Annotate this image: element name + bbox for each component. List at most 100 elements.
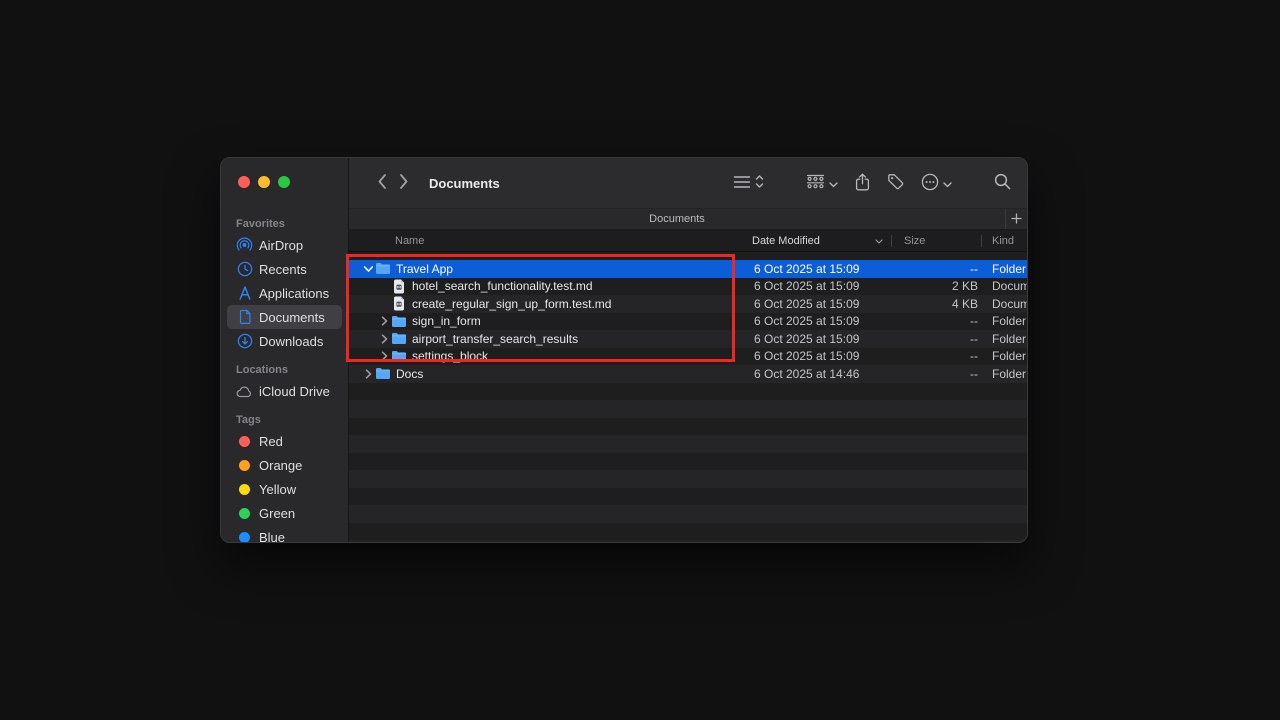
new-tab-button[interactable] <box>1005 209 1027 229</box>
column-header: Name Date Modified Size Kind <box>349 230 1027 252</box>
sidebar-item-label: Downloads <box>259 334 323 349</box>
empty-row <box>349 453 1027 471</box>
toolbar: Documents <box>349 158 1027 208</box>
chevron-right-icon <box>399 173 409 193</box>
column-header-size[interactable]: Size <box>892 230 981 251</box>
share-icon <box>855 173 870 194</box>
sidebar-section-locations: Locations iCloud Drive <box>221 364 348 403</box>
tab-documents[interactable]: Documents <box>349 209 1005 229</box>
tag-icon <box>887 173 904 193</box>
column-header-name[interactable]: Name <box>349 230 752 251</box>
file-row-travel-app[interactable]: Travel App 6 Oct 2025 at 15:09 -- Folder <box>349 260 1027 278</box>
empty-row <box>349 523 1027 541</box>
sidebar: FavoritesAirDrop Recents ApplicationsDocum… <box>221 158 349 542</box>
sidebar-section-favorites: FavoritesAirDrop Recents ApplicationsDocum… <box>221 218 348 353</box>
airdrop-icon <box>236 237 253 254</box>
sidebar-item-label: Red <box>259 434 283 449</box>
folder-icon <box>390 332 407 345</box>
file-name: sign_in_form <box>412 314 481 328</box>
chevron-left-icon <box>377 173 387 193</box>
sidebar-item-label: Yellow <box>259 482 296 497</box>
sidebar-item-recents[interactable]: Recents <box>227 257 342 281</box>
document-icon <box>390 296 407 311</box>
download-icon <box>236 333 253 350</box>
date-modified-cell: 6 Oct 2025 at 15:09 <box>752 349 892 363</box>
file-list: Travel App 6 Oct 2025 at 15:09 -- Folder… <box>349 252 1027 542</box>
sidebar-item-applications[interactable]: Applications <box>227 281 342 305</box>
tab-bar: Documents <box>349 208 1027 230</box>
kind-cell: Folder <box>982 349 1027 363</box>
sidebar-item-yellow[interactable]: Yellow <box>227 477 342 501</box>
file-name: hotel_search_functionality.test.md <box>412 279 593 293</box>
close-button[interactable] <box>238 176 250 188</box>
traffic-lights <box>221 176 348 188</box>
group-by-icon <box>806 174 825 192</box>
window-title: Documents <box>429 176 500 191</box>
file-name: Travel App <box>396 262 453 276</box>
sidebar-item-label: iCloud Drive <box>259 384 330 399</box>
size-cell: -- <box>892 367 982 381</box>
size-cell: -- <box>892 262 982 276</box>
tab-label: Documents <box>649 213 705 225</box>
sidebar-section-label: Tags <box>221 414 348 429</box>
finder-window: FavoritesAirDropRecentsApplicationsDocum… <box>220 157 1028 543</box>
empty-row <box>349 435 1027 453</box>
sidebar-item-green[interactable]: Green <box>227 501 342 525</box>
file-name: create_regular_sign_up_form.test.md <box>412 297 611 311</box>
chevron-up-down-icon <box>755 174 764 192</box>
minimize-button[interactable] <box>258 176 270 188</box>
disclosure-chevron-icon[interactable] <box>379 334 390 344</box>
sort-chevron-icon <box>875 235 883 247</box>
sidebar-item-red[interactable]: Red <box>227 429 342 453</box>
file-row-settings-block[interactable]: settings_block 6 Oct 2025 at 15:09 -- Fo… <box>349 348 1027 366</box>
file-name: Docs <box>396 367 423 381</box>
sidebar-item-documents[interactable]: Documents <box>227 305 342 329</box>
file-row-airport-transfer-search-results[interactable]: airport_transfer_search_results 6 Oct 20… <box>349 330 1027 348</box>
sidebar-section-label: Locations <box>221 364 348 379</box>
file-name: settings_block <box>412 349 488 363</box>
main-area: Documents <box>349 158 1027 542</box>
sidebar-item-label: Recents <box>259 262 307 277</box>
more-button[interactable] <box>921 173 952 194</box>
disclosure-chevron-icon[interactable] <box>379 316 390 326</box>
size-cell: 4 KB <box>892 297 982 311</box>
sidebar-item-icloud-drive[interactable]: iCloud Drive <box>227 379 342 403</box>
tag-button[interactable] <box>887 173 904 193</box>
group-by-button[interactable] <box>806 174 838 192</box>
disclosure-chevron-icon[interactable] <box>379 351 390 361</box>
sidebar-section-label: Favorites <box>221 218 348 233</box>
file-row-hotel-search-functionality-test-md[interactable]: hotel_search_functionality.test.md 6 Oct… <box>349 278 1027 296</box>
folder-icon <box>390 315 407 328</box>
more-icon <box>921 173 939 194</box>
empty-row <box>349 470 1027 488</box>
sidebar-item-label: Orange <box>259 458 302 473</box>
size-cell: -- <box>892 314 982 328</box>
disclosure-chevron-icon[interactable] <box>364 263 374 274</box>
empty-row <box>349 505 1027 523</box>
kind-cell: Document <box>982 297 1027 311</box>
sidebar-item-downloads[interactable]: Downloads <box>227 329 342 353</box>
search-button[interactable] <box>994 173 1011 193</box>
tag-dot-icon <box>236 433 253 450</box>
view-switcher-button[interactable] <box>733 174 764 192</box>
file-row-create-regular-sign-up-form-test-md[interactable]: create_regular_sign_up_form.test.md 6 Oc… <box>349 295 1027 313</box>
file-row-sign-in-form[interactable]: sign_in_form 6 Oct 2025 at 15:09 -- Fold… <box>349 313 1027 331</box>
sidebar-item-airdrop[interactable]: AirDrop <box>227 233 342 257</box>
sidebar-item-orange[interactable]: Orange <box>227 453 342 477</box>
date-modified-cell: 6 Oct 2025 at 15:09 <box>752 297 892 311</box>
column-header-kind[interactable]: Kind <box>982 230 1027 251</box>
zoom-button[interactable] <box>278 176 290 188</box>
file-row-docs[interactable]: Docs 6 Oct 2025 at 14:46 -- Folder <box>349 365 1027 383</box>
disclosure-chevron-icon[interactable] <box>363 369 374 379</box>
column-header-date-modified[interactable]: Date Modified <box>752 230 891 251</box>
date-modified-cell: 6 Oct 2025 at 15:09 <box>752 279 892 293</box>
file-name: airport_transfer_search_results <box>412 332 578 346</box>
back-button[interactable] <box>371 173 393 193</box>
forward-button[interactable] <box>393 173 415 193</box>
empty-row <box>349 418 1027 436</box>
clock-icon <box>236 261 253 278</box>
tag-dot-icon <box>236 481 253 498</box>
folder-icon <box>374 262 391 275</box>
share-button[interactable] <box>855 173 870 194</box>
sidebar-item-blue[interactable]: Blue <box>227 525 342 543</box>
